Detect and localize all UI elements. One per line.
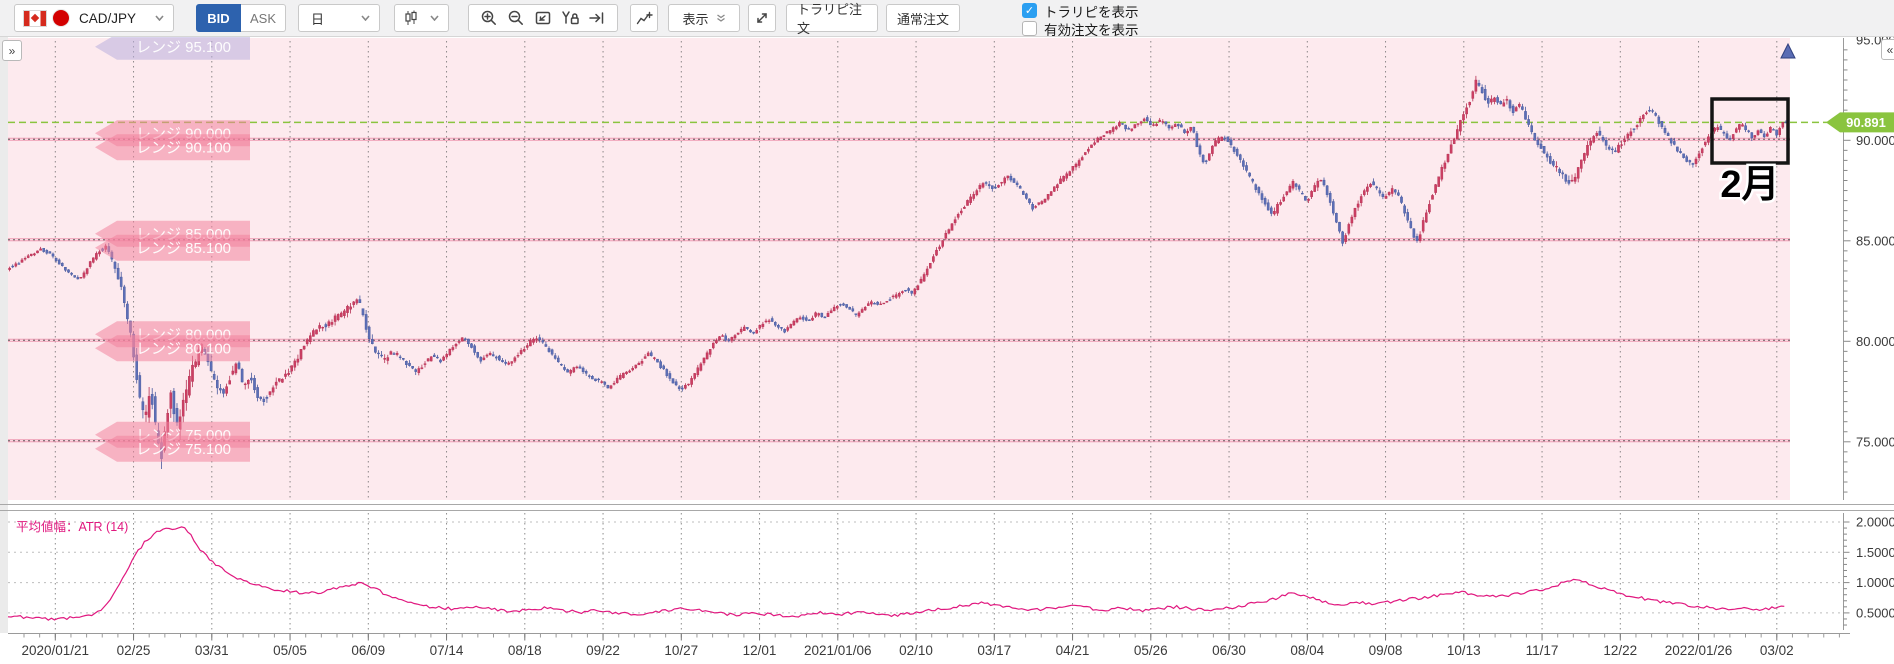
date-tick-label: 09/22 — [586, 643, 620, 658]
date-tick-label: 04/21 — [1056, 643, 1090, 658]
range-tag-label: レンジ 90.100 — [136, 139, 231, 156]
candlestick-icon — [405, 10, 417, 25]
price-chart-canvas[interactable]: レンジ 95.100レンジ 90.000レンジ 90.100レンジ 85.000… — [0, 36, 1894, 664]
y-axis-lock-icon[interactable] — [557, 5, 583, 31]
price-tick-label: 85.000 — [1856, 233, 1894, 248]
japan-flag-icon — [53, 10, 69, 26]
display-menu-button[interactable]: 表示 — [668, 4, 740, 32]
bid-button[interactable]: BID — [196, 4, 241, 32]
chart-type-select[interactable] — [394, 4, 449, 32]
atr-panel: 平均値幅：ATR (14) 2.00000 1.50000 1.00000 0.5000… — [7, 513, 1894, 630]
date-tick-label: 2022/01/26 — [1665, 643, 1733, 658]
expand-left-panel-button[interactable]: » — [2, 40, 22, 61]
date-tick-label: 10/13 — [1447, 643, 1481, 658]
chevron-down-icon — [155, 15, 164, 21]
date-tick-label: 2020/01/21 — [22, 643, 90, 658]
expand-arrows-icon — [757, 13, 767, 23]
show-trap-row[interactable]: ✓ トラリピを表示 — [1022, 2, 1139, 20]
date-tick-label: 03/02 — [1760, 643, 1794, 658]
date-tick-label: 2021/01/06 — [804, 643, 872, 658]
atr-tick-label: 2.00000 — [1856, 515, 1894, 530]
fullscreen-button[interactable] — [748, 4, 776, 32]
canada-flag-icon — [23, 9, 47, 27]
currency-pair-label: CAD/JPY — [79, 10, 137, 26]
date-tick-label: 11/17 — [1526, 643, 1559, 658]
date-axis: 2020/01/21 02/25 03/31 05/05 06/09 07/14 08/18… — [8, 633, 1850, 658]
double-chevron-left-icon: « — [1886, 42, 1894, 57]
date-tick-label: 06/09 — [351, 643, 385, 658]
show-active-orders-row[interactable]: 有効注文を表示 — [1022, 20, 1139, 38]
date-tick-label: 12/01 — [743, 643, 777, 658]
price-tick-label: 90.000 — [1856, 133, 1894, 148]
zoom-in-icon[interactable] — [476, 5, 502, 31]
date-tick-label: 06/30 — [1212, 643, 1246, 658]
zoom-tools-group — [468, 4, 618, 32]
double-chevron-right-icon: » — [8, 43, 16, 58]
range-tag-label: レンジ 85.100 — [136, 240, 231, 257]
collapse-right-panel-button[interactable]: « — [1881, 39, 1894, 60]
zoom-out-icon[interactable] — [503, 5, 529, 31]
chart-toolbar: CAD/JPY BID ASK 日 表示 トラリピ注文 通常注文 ✓ トラリピを… — [0, 0, 1894, 38]
chevron-down-icon — [430, 15, 439, 21]
show-active-orders-label: 有効注文を表示 — [1044, 22, 1139, 38]
price-tick-label: 80.000 — [1856, 334, 1894, 349]
show-active-orders-checkbox[interactable] — [1022, 21, 1037, 36]
atr-label: 平均値幅：ATR (14) — [16, 519, 128, 534]
atr-tick-label: 1.50000 — [1856, 545, 1894, 560]
show-trap-label: トラリピを表示 — [1044, 4, 1139, 20]
display-checkboxes: ✓ トラリピを表示 有効注文を表示 — [1022, 2, 1139, 38]
date-tick-label: 05/05 — [273, 643, 307, 658]
range-tag-label: レンジ 75.100 — [136, 441, 231, 458]
timeframe-label: 日 — [311, 11, 325, 27]
display-menu-label: 表示 — [682, 11, 709, 27]
currency-pair-select[interactable]: CAD/JPY — [14, 4, 174, 32]
chevron-down-icon — [361, 15, 370, 21]
double-chevron-down-icon — [716, 14, 725, 22]
date-tick-label: 10/27 — [664, 643, 698, 658]
indicator-chart-icon — [636, 11, 653, 25]
date-tick-label: 02/10 — [899, 643, 933, 658]
price-axis: 95.00090.00085.00080.00075.000 — [1843, 36, 1894, 500]
atr-tick-label: 1.00000 — [1856, 575, 1894, 590]
price-tick-label: 75.000 — [1856, 434, 1894, 449]
date-tick-label: 12/22 — [1603, 643, 1637, 658]
annotation-label: 2月 — [1720, 164, 1779, 206]
date-tick-label: 07/14 — [430, 643, 464, 658]
range-tag-label: レンジ 95.100 — [136, 39, 231, 56]
date-tick-label: 03/17 — [977, 643, 1011, 658]
fit-chart-icon[interactable] — [530, 5, 556, 31]
current-price-value: 90.891 — [1846, 115, 1886, 130]
date-tick-label: 05/26 — [1134, 643, 1168, 658]
ask-button[interactable]: ASK — [241, 4, 286, 32]
atr-line — [7, 526, 1785, 621]
date-tick-label: 08/18 — [508, 643, 542, 658]
normal-order-label: 通常注文 — [897, 11, 950, 27]
bid-ask-toggle: BID ASK — [196, 4, 286, 32]
date-tick-label: 08/04 — [1290, 643, 1324, 658]
date-tick-label: 02/25 — [117, 643, 151, 658]
normal-order-button[interactable]: 通常注文 — [886, 4, 960, 32]
range-tag-label: レンジ 80.100 — [136, 340, 231, 357]
trap-repeat-order-label: トラリピ注文 — [797, 2, 863, 36]
trap-repeat-order-button[interactable]: トラリピ注文 — [786, 2, 878, 36]
date-tick-label: 03/31 — [195, 643, 229, 658]
show-trap-checkbox[interactable]: ✓ — [1022, 3, 1037, 18]
atr-tick-label: 0.50000 — [1856, 605, 1894, 620]
timeframe-select[interactable]: 日 — [298, 4, 380, 32]
date-tick-label: 09/08 — [1369, 643, 1403, 658]
indicator-button[interactable] — [630, 4, 658, 32]
go-to-latest-icon[interactable] — [584, 5, 610, 31]
